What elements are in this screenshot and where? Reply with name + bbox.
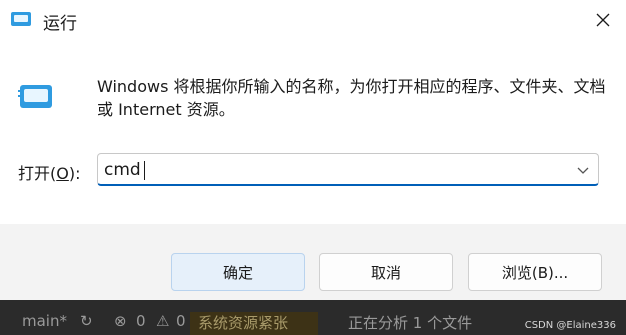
dialog-footer: 确定 取消 浏览(B)... <box>0 224 626 300</box>
resource-warning-text: 系统资源紧张 <box>198 314 289 332</box>
text-caret <box>144 161 145 180</box>
sync-icon: ↻ <box>80 312 93 330</box>
dialog-description: Windows 将根据你所输入的名称，为你打开相应的程序、文件夹、文档或 Int… <box>97 77 606 119</box>
chevron-down-icon[interactable] <box>576 163 590 177</box>
run-icon <box>11 12 31 26</box>
dialog-content: Windows 将根据你所输入的名称，为你打开相应的程序、文件夹、文档或 Int… <box>0 40 626 224</box>
error-count: 0 <box>136 312 146 330</box>
warning-icon: ⚠ <box>156 312 170 330</box>
close-icon <box>596 13 610 27</box>
analysis-status: 正在分析 1 个文件 <box>348 314 473 332</box>
open-label: 打开(O): <box>18 164 81 183</box>
watermark: CSDN @Elaine336 <box>524 320 616 331</box>
warning-count: 0 <box>176 312 186 330</box>
cancel-button[interactable]: 取消 <box>319 253 453 291</box>
open-combobox[interactable] <box>97 153 599 186</box>
open-input[interactable] <box>104 160 564 180</box>
title-bar: 运行 <box>0 0 626 40</box>
run-dialog-icon <box>18 85 52 108</box>
browse-button[interactable]: 浏览(B)... <box>468 253 602 291</box>
close-button[interactable] <box>580 0 626 40</box>
git-branch: main* <box>22 312 67 330</box>
error-icon: ⊗ <box>114 312 127 330</box>
window-title: 运行 <box>43 14 77 34</box>
ok-button[interactable]: 确定 <box>171 253 305 291</box>
